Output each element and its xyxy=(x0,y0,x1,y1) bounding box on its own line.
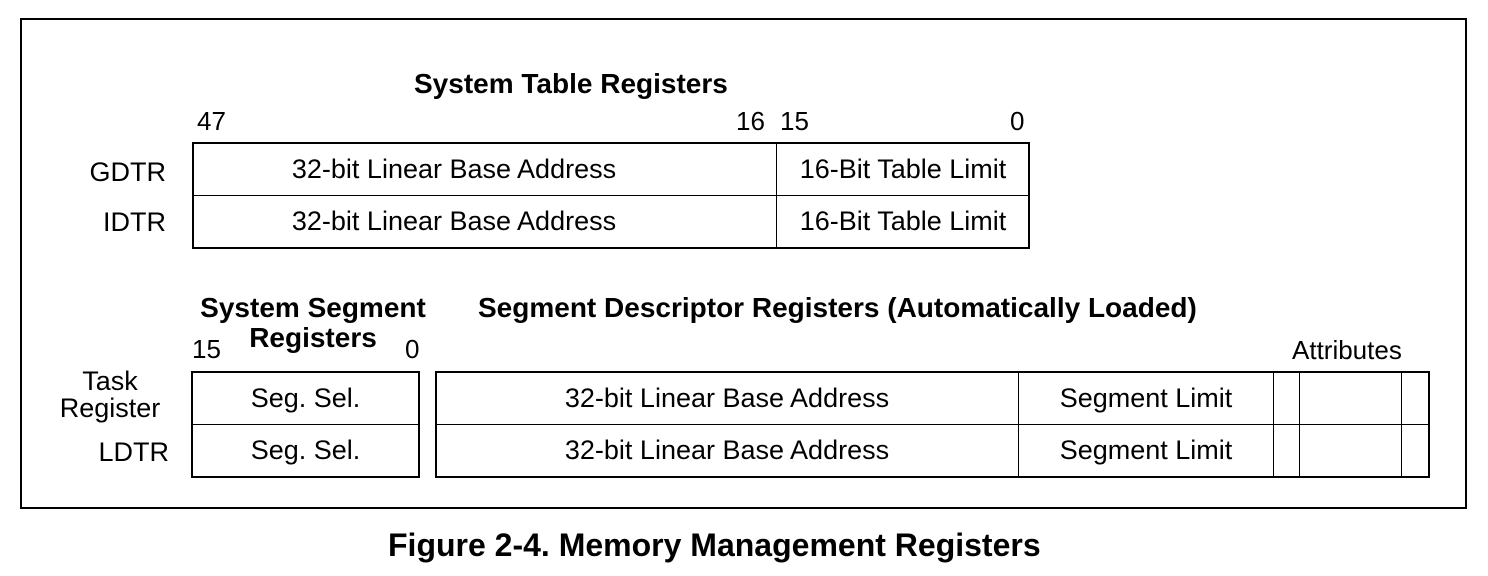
seg-bit-15-label: 15 xyxy=(192,334,221,364)
system-table-title: System Table Registers xyxy=(414,68,728,99)
descriptor-title: Segment Descriptor Registers (Automatica… xyxy=(478,292,1197,323)
gdtr-label: GDTR xyxy=(89,157,167,187)
ldtr-base-address: 32-bit Linear Base Address xyxy=(564,435,890,465)
bit-47-label: 47 xyxy=(197,106,226,136)
task-register-label-line2: Register xyxy=(59,393,161,423)
attr-divider-1 xyxy=(1299,373,1300,476)
idtr-table-limit: 16-Bit Table Limit xyxy=(799,206,1007,236)
task-register-label-line1: Task xyxy=(82,366,138,396)
bit-15-label: 15 xyxy=(780,106,809,136)
system-table-register-box: 32-bit Linear Base Address 16-Bit Table … xyxy=(192,142,1030,249)
ldtr-selector: Seg. Sel. xyxy=(250,435,361,465)
gdtr-base-address: 32-bit Linear Base Address xyxy=(291,154,617,184)
task-register-segment-limit: Segment Limit xyxy=(1059,383,1233,413)
attr-divider-2 xyxy=(1401,373,1402,476)
ldtr-label: LDTR xyxy=(98,437,169,467)
figure-caption: Figure 2-4. Memory Management Registers xyxy=(388,527,1041,563)
attributes-label: Attributes xyxy=(1292,335,1402,365)
system-segment-title-line1: System Segment xyxy=(200,292,426,323)
gdtr-table-limit: 16-Bit Table Limit xyxy=(799,154,1007,184)
system-segment-title-line2: Registers xyxy=(249,322,377,353)
idtr-label: IDTR xyxy=(103,207,166,237)
base-limit-divider xyxy=(1018,373,1019,476)
seg-bit-0-label: 0 xyxy=(405,334,420,364)
limit-attr-divider xyxy=(1273,373,1274,476)
descriptor-register-box: 32-bit Linear Base Address Segment Limit… xyxy=(435,371,1430,478)
task-register-base-address: 32-bit Linear Base Address xyxy=(564,383,890,413)
idtr-base-address: 32-bit Linear Base Address xyxy=(291,206,617,236)
bit-16-label: 16 xyxy=(736,106,765,136)
ldtr-segment-limit: Segment Limit xyxy=(1059,435,1233,465)
task-register-selector: Seg. Sel. xyxy=(250,383,361,413)
column-divider xyxy=(776,144,777,247)
bit-0-label: 0 xyxy=(1010,106,1025,136)
system-segment-register-box: Seg. Sel. Seg. Sel. xyxy=(191,371,420,478)
